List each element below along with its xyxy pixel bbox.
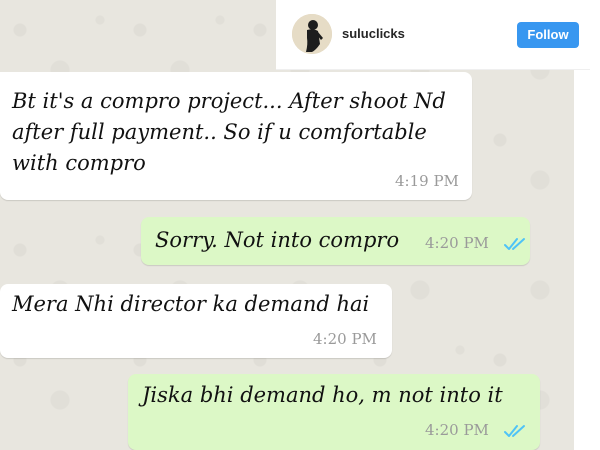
message-text: Sorry. Not into compro xyxy=(155,228,400,252)
message-timestamp: 4:20 PM xyxy=(425,234,489,252)
screenshot-frame: Bt it's a compro project... After shoot … xyxy=(0,0,600,450)
message-timestamp: 4:19 PM xyxy=(395,172,459,190)
double-check-icon xyxy=(504,425,525,437)
person-silhouette-icon xyxy=(292,14,332,54)
message-text: Mera Nhi director ka demand hai xyxy=(12,292,370,316)
message-bubble-incoming[interactable]: Mera Nhi director ka demand hai 4:20 PM xyxy=(0,284,392,358)
message-timestamp: 4:20 PM xyxy=(425,421,489,439)
double-check-icon xyxy=(504,238,525,250)
message-text: Jiska bhi demand ho, m not into it xyxy=(142,383,503,407)
follow-button[interactable]: Follow xyxy=(517,22,579,48)
instagram-post-header: suluclicks Follow xyxy=(276,0,590,70)
message-bubble-incoming[interactable]: Bt it's a compro project... After shoot … xyxy=(0,72,472,200)
message-bubble-outgoing[interactable]: Jiska bhi demand ho, m not into it 4:20 … xyxy=(128,374,540,450)
message-text: Bt it's a compro project... After shoot … xyxy=(12,89,446,175)
message-bubble-outgoing[interactable]: Sorry. Not into compro 4:20 PM xyxy=(141,217,530,265)
message-timestamp: 4:20 PM xyxy=(313,330,377,348)
username[interactable]: suluclicks xyxy=(342,26,405,41)
profile-avatar[interactable] xyxy=(292,14,332,54)
